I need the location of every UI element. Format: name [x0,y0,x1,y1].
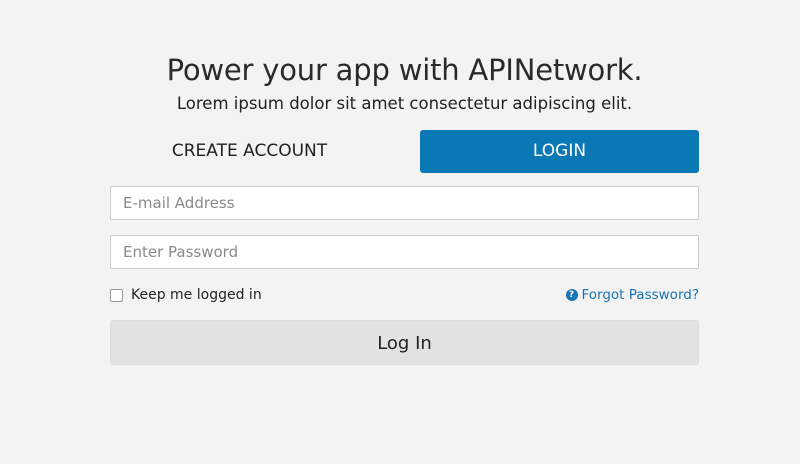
page-subtitle: Lorem ipsum dolor sit amet consectetur a… [176,94,633,113]
question-circle-icon: ? [565,289,578,301]
forgot-password-link[interactable]: ? Forgot Password? [565,285,700,305]
auth-tabs: CREATE ACCOUNT LOGIN [110,130,699,173]
login-submit-button[interactable]: Log In [110,320,699,365]
remember-checkbox[interactable] [110,288,123,302]
tab-login[interactable]: LOGIN [420,130,699,173]
remember-label[interactable]: Keep me logged in [131,287,262,303]
email-field[interactable] [110,186,699,220]
page-title: Power your app with APINetwork. [166,53,643,87]
remember-me: Keep me logged in [110,285,262,305]
tab-create-account[interactable]: CREATE ACCOUNT [110,130,389,173]
forgot-password-label[interactable]: Forgot Password? [582,287,700,303]
password-field[interactable] [110,235,699,269]
